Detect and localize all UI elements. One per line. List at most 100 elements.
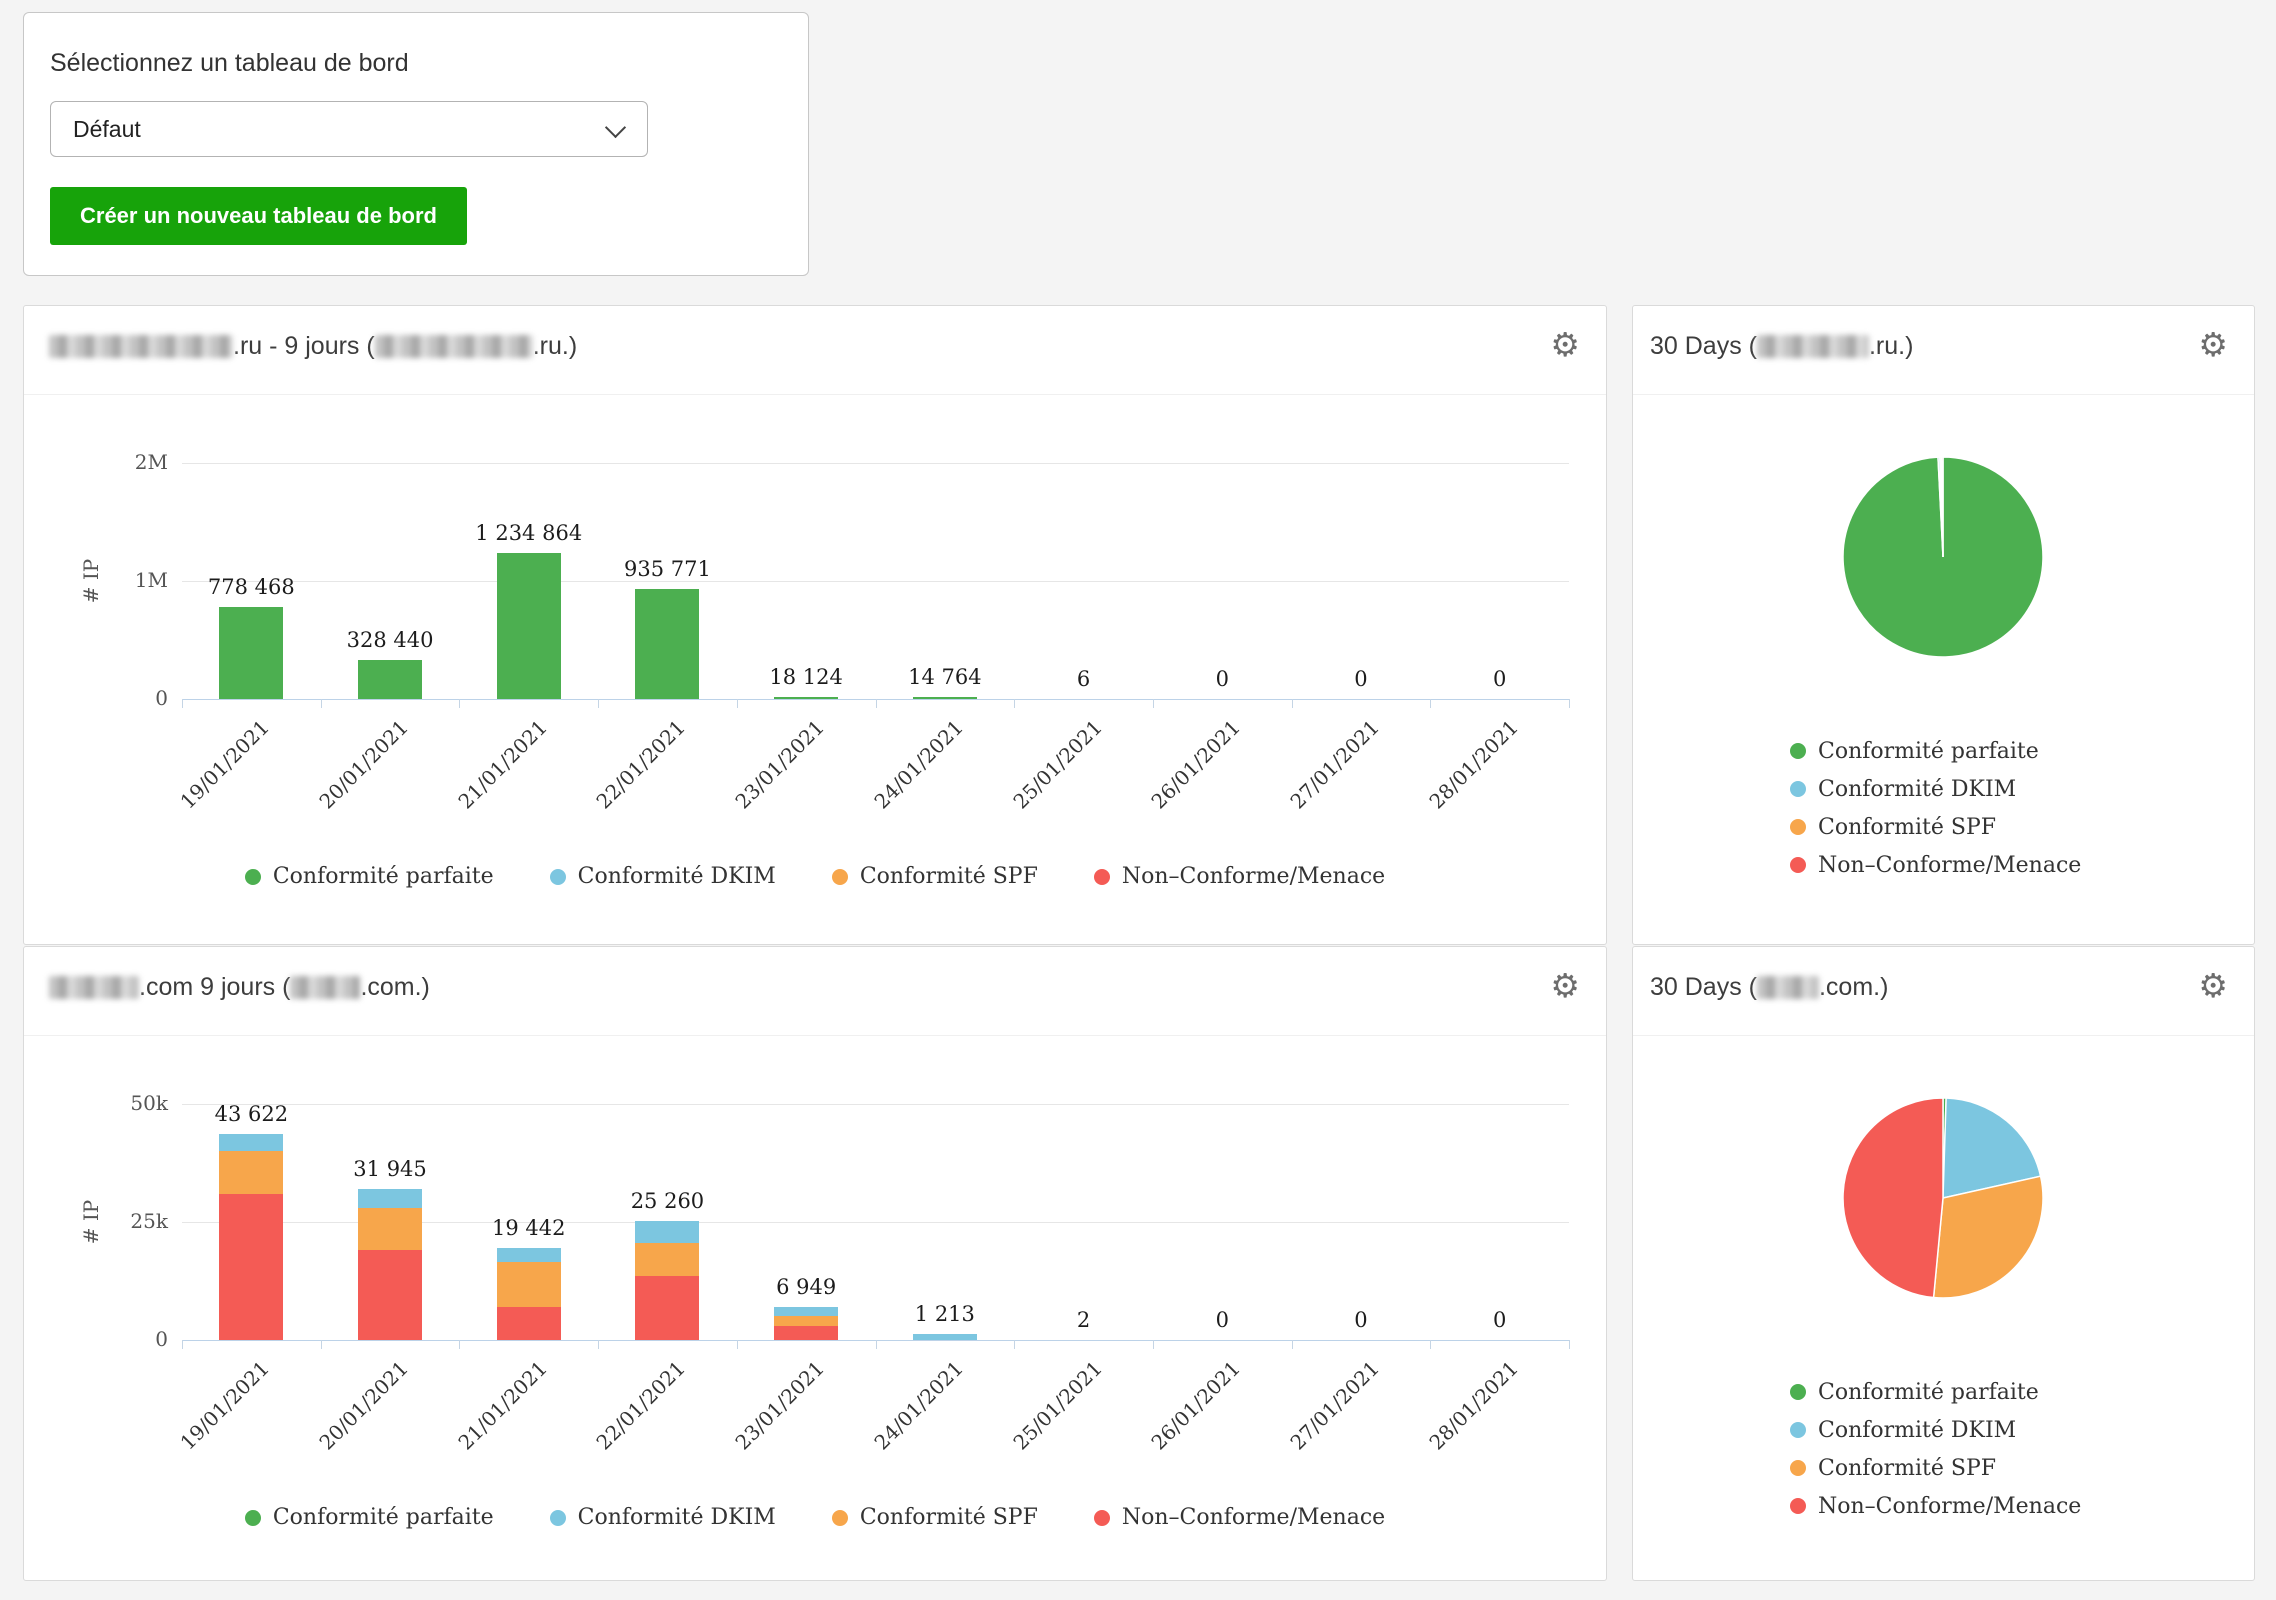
gear-icon[interactable]: ⚙ — [2198, 969, 2228, 1002]
axis-tick — [876, 1340, 877, 1349]
legend-label: Non–Conforme/Menace — [1818, 1494, 2081, 1519]
bar-value-label: 778 468 — [161, 575, 341, 599]
bar-segment-parfaite[interactable] — [635, 589, 699, 699]
axis-tick — [876, 699, 877, 708]
legend-item-dkim[interactable]: Conformité DKIM — [1790, 770, 2081, 808]
legend-label: Conformité SPF — [1818, 1456, 1996, 1481]
legend-marker — [1094, 1510, 1110, 1526]
legend-marker — [550, 1510, 566, 1526]
selector-label: Sélectionnez un tableau de bord — [50, 49, 409, 78]
axis-tick — [1569, 699, 1570, 708]
legend-item-menace[interactable]: Non–Conforme/Menace — [1094, 864, 1385, 889]
x-axis-tick-label: 19/01/2021 — [176, 715, 274, 813]
pie-legend: Conformité parfaite Conformité DKIM Confor… — [1790, 1373, 2081, 1525]
legend-item-dkim[interactable]: Conformité DKIM — [550, 1505, 776, 1530]
bar-segment-spf[interactable] — [219, 1151, 283, 1193]
bar-segment-dkim[interactable] — [358, 1189, 422, 1208]
y-axis-tick-label: 25k — [96, 1209, 168, 1233]
legend-label: Conformité DKIM — [1818, 1418, 2016, 1443]
x-axis-tick-label: 19/01/2021 — [176, 1356, 274, 1454]
legend-item-menace[interactable]: Non–Conforme/Menace — [1790, 846, 2081, 884]
bar-value-label: 1 234 864 — [439, 521, 619, 545]
legend-item-parfaite[interactable]: Conformité parfaite — [1790, 732, 2081, 770]
axis-tick — [1153, 699, 1154, 708]
legend-marker — [1790, 1460, 1806, 1476]
card-title: 30 Days (.com.) — [1650, 973, 1888, 1002]
bar-chart-ru: 01M2M# IP778 46819/01/2021328 44020/01/2… — [24, 306, 1606, 944]
x-axis-tick-label: 23/01/2021 — [731, 715, 829, 813]
y-axis-tick-label: 50k — [96, 1091, 168, 1115]
bar-segment-dkim[interactable] — [774, 1307, 838, 1316]
axis-tick — [1292, 1340, 1293, 1349]
legend-marker — [1790, 1422, 1806, 1438]
legend-item-spf[interactable]: Conformité SPF — [1790, 808, 2081, 846]
axis-tick — [182, 1340, 183, 1349]
card-title: 30 Days (.ru.) — [1650, 332, 1913, 361]
x-axis-tick-label: 28/01/2021 — [1424, 1356, 1522, 1454]
pie-chart-card-com: 30 Days (.com.) ⚙ Conformité parfaiteCon… — [1632, 946, 2255, 1581]
axis-tick — [598, 699, 599, 708]
legend-marker — [1790, 781, 1806, 797]
legend-item-spf[interactable]: Conformité SPF — [832, 1505, 1038, 1530]
y-axis-tick-label: 0 — [96, 1327, 168, 1351]
gridline — [182, 581, 1569, 582]
bar-segment-spf[interactable] — [358, 1208, 422, 1250]
bar-segment-parfaite[interactable] — [358, 660, 422, 699]
legend-marker — [550, 869, 566, 885]
legend-item-menace[interactable]: Non–Conforme/Menace — [1094, 1505, 1385, 1530]
legend-item-spf[interactable]: Conformité SPF — [1790, 1449, 2081, 1487]
x-axis-tick-label: 23/01/2021 — [731, 1356, 829, 1454]
bar-segment-parfaite[interactable] — [774, 697, 838, 699]
pie-slice-menace[interactable] — [1843, 1098, 1943, 1298]
legend-item-spf[interactable]: Conformité SPF — [832, 864, 1038, 889]
bar-segment-spf[interactable] — [774, 1316, 838, 1325]
x-axis-tick-label: 24/01/2021 — [869, 715, 967, 813]
bar-segment-dkim[interactable] — [219, 1134, 283, 1151]
bar-segment-menace[interactable] — [358, 1250, 422, 1340]
bar-segment-parfaite[interactable] — [497, 553, 561, 699]
y-axis-tick-label: 0 — [96, 686, 168, 710]
bar-value-label: 0 — [1410, 1308, 1590, 1332]
bar-segment-menace[interactable] — [497, 1307, 561, 1340]
card-title-text: 30 Days ( — [1650, 332, 1757, 361]
card-title-text: .com.) — [1819, 973, 1888, 1002]
x-axis-tick-label: 24/01/2021 — [869, 1356, 967, 1454]
legend-item-parfaite[interactable]: Conformité parfaite — [245, 1505, 494, 1530]
create-dashboard-button[interactable]: Créer un nouveau tableau de bord — [50, 187, 467, 245]
axis-tick — [737, 1340, 738, 1349]
chart-legend: Conformité parfaite Conformité DKIM Confor… — [24, 864, 1606, 889]
bar-segment-dkim[interactable] — [497, 1248, 561, 1262]
bar-segment-dkim[interactable] — [913, 1334, 977, 1340]
legend-marker — [245, 869, 261, 885]
bar-segment-parfaite[interactable] — [219, 607, 283, 699]
bar-segment-dkim[interactable] — [635, 1221, 699, 1243]
x-axis-tick-label: 26/01/2021 — [1147, 715, 1245, 813]
y-axis-tick-label: 2M — [96, 450, 168, 474]
bar-segment-parfaite[interactable] — [913, 697, 977, 699]
legend-label: Conformité SPF — [860, 864, 1038, 889]
legend-item-dkim[interactable]: Conformité DKIM — [1790, 1411, 2081, 1449]
legend-item-parfaite[interactable]: Conformité parfaite — [245, 864, 494, 889]
bar-segment-menace[interactable] — [635, 1276, 699, 1340]
legend-label: Conformité parfaite — [273, 864, 494, 889]
legend-label: Conformité parfaite — [273, 1505, 494, 1530]
axis-tick — [1430, 699, 1431, 708]
bar-segment-menace[interactable] — [219, 1194, 283, 1340]
redacted-text — [1757, 976, 1819, 999]
card-header: 30 Days (.ru.) ⚙ — [1633, 306, 2254, 395]
bar-segment-menace[interactable] — [774, 1326, 838, 1340]
gear-icon[interactable]: ⚙ — [2198, 328, 2228, 361]
bar-chart-card-com: .com 9 jours (.com.) ⚙ 025k50k# IP43 622… — [23, 946, 1607, 1581]
legend-item-parfaite[interactable]: Conformité parfaite — [1790, 1373, 2081, 1411]
bar-value-label: 6 949 — [716, 1275, 896, 1299]
gridline — [182, 463, 1569, 464]
legend-marker — [1094, 869, 1110, 885]
legend-item-menace[interactable]: Non–Conforme/Menace — [1790, 1487, 2081, 1525]
legend-item-dkim[interactable]: Conformité DKIM — [550, 864, 776, 889]
bar-chart-card-ru: .ru - 9 jours (.ru.) ⚙ 01M2M# IP778 4681… — [23, 305, 1607, 945]
legend-label: Non–Conforme/Menace — [1818, 853, 2081, 878]
dashboard-select[interactable]: Défaut — [50, 101, 648, 157]
bar-segment-spf[interactable] — [497, 1262, 561, 1307]
legend-label: Conformité DKIM — [578, 864, 776, 889]
bar-segment-spf[interactable] — [635, 1243, 699, 1276]
